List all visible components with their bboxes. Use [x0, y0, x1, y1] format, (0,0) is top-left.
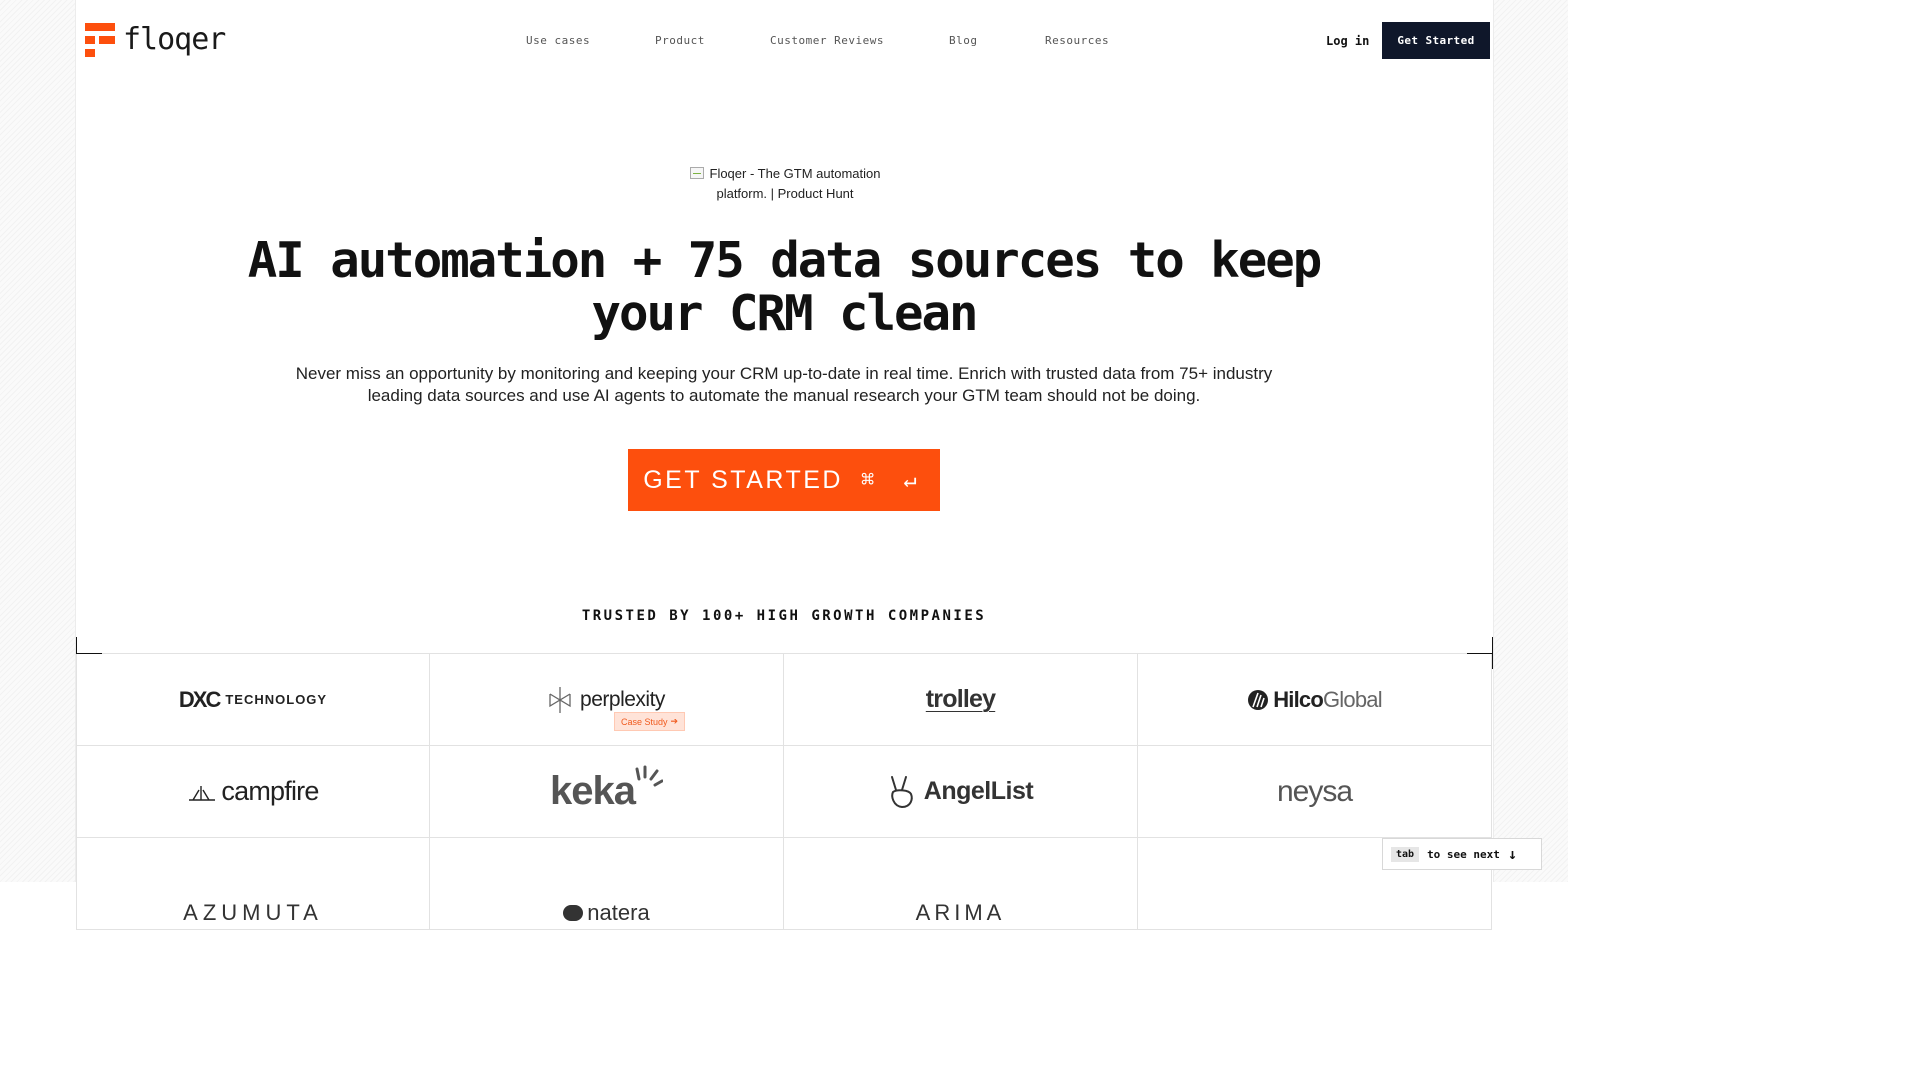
tab-key: tab	[1391, 846, 1420, 862]
left-hatch-margin	[0, 0, 76, 882]
broken-image-icon	[689, 167, 704, 179]
get-started-hero-button[interactable]: GET STARTED ⌘ ↵	[628, 449, 940, 511]
company-name: neysa	[1276, 774, 1353, 808]
company-name: ARIMA	[915, 899, 1006, 925]
company-logo-natera: natera	[430, 838, 784, 930]
product-hunt-badge[interactable]: Floqer - The GTM automation platform. | …	[680, 164, 890, 204]
arrow-down-icon: ↓	[1507, 845, 1517, 863]
brand-name: floqer	[123, 22, 226, 57]
cta-label: GET STARTED	[643, 465, 843, 494]
trusted-heading: TRUSTED BY 100+ HIGH GROWTH COMPANIES	[581, 608, 987, 624]
company-logo-azumuta: AZUMUTA	[76, 838, 430, 930]
hero-subtitle: Never miss an opportunity by monitoring …	[295, 364, 1273, 405]
nav-use-cases[interactable]: Use cases	[526, 34, 590, 47]
right-hatch-margin	[1493, 0, 1568, 882]
case-study-label: Case Study	[621, 716, 668, 727]
company-name: AZUMUTA	[183, 899, 323, 925]
company-logo-dxc: DXC TECHNOLOGY	[76, 654, 430, 746]
company-name: perplexity	[580, 687, 665, 711]
case-study-badge[interactable]: Case Study ➔	[614, 712, 686, 731]
company-name: TECHNOLOGY	[225, 692, 328, 707]
company-logo-arima: ARIMA	[784, 838, 1138, 930]
perplexity-icon	[549, 686, 571, 713]
company-logo-neysa: neysa	[1138, 746, 1492, 838]
nav-blog[interactable]: Blog	[949, 34, 978, 47]
company-name-light: Global	[1323, 686, 1383, 712]
tab-hint-text: to see next	[1427, 847, 1500, 861]
dxc-mark: DXC	[178, 686, 221, 712]
product-hunt-badge-alt: Floqer - The GTM automation platform. | …	[709, 166, 881, 201]
campfire-icon	[189, 785, 216, 801]
company-name: keka	[550, 769, 636, 813]
company-logo-keka: keka	[430, 746, 784, 838]
company-logo-grid: DXC TECHNOLOGY perplexity Case Study ➔ tro…	[76, 654, 1492, 930]
nav-customer-reviews[interactable]: Customer Reviews	[770, 34, 884, 47]
company-logo-hilco: Hilco Global	[1138, 654, 1492, 746]
angellist-icon	[890, 775, 913, 808]
login-link[interactable]: Log in	[1326, 34, 1369, 48]
command-enter-icon: ⌘ ↵	[861, 467, 925, 493]
company-logo-trolley: trolley	[784, 654, 1138, 746]
company-name: AngelList	[923, 777, 1034, 805]
hero-title: AI automation + 75 data sources to keep …	[247, 232, 1323, 342]
brand-logo[interactable]: floqer	[85, 22, 226, 58]
arrow-right-icon: ➔	[670, 716, 679, 726]
company-name: trolley	[925, 685, 996, 713]
hilco-icon	[1248, 689, 1269, 710]
company-logo-campfire: campfire	[76, 746, 430, 838]
company-logo-perplexity: perplexity Case Study ➔	[430, 654, 784, 746]
tab-hint: tab to see next ↓	[1382, 838, 1542, 870]
company-logo-angellist: AngelList	[784, 746, 1138, 838]
natera-icon	[563, 904, 584, 921]
floqer-logo-icon	[85, 23, 115, 57]
company-name: campfire	[221, 776, 319, 806]
nav-product[interactable]: Product	[655, 34, 705, 47]
keka-rays-icon	[635, 765, 663, 786]
company-name: natera	[587, 899, 650, 925]
get-started-header-button[interactable]: Get Started	[1382, 22, 1490, 59]
company-name: Hilco	[1273, 686, 1324, 712]
nav-resources[interactable]: Resources	[1045, 34, 1109, 47]
